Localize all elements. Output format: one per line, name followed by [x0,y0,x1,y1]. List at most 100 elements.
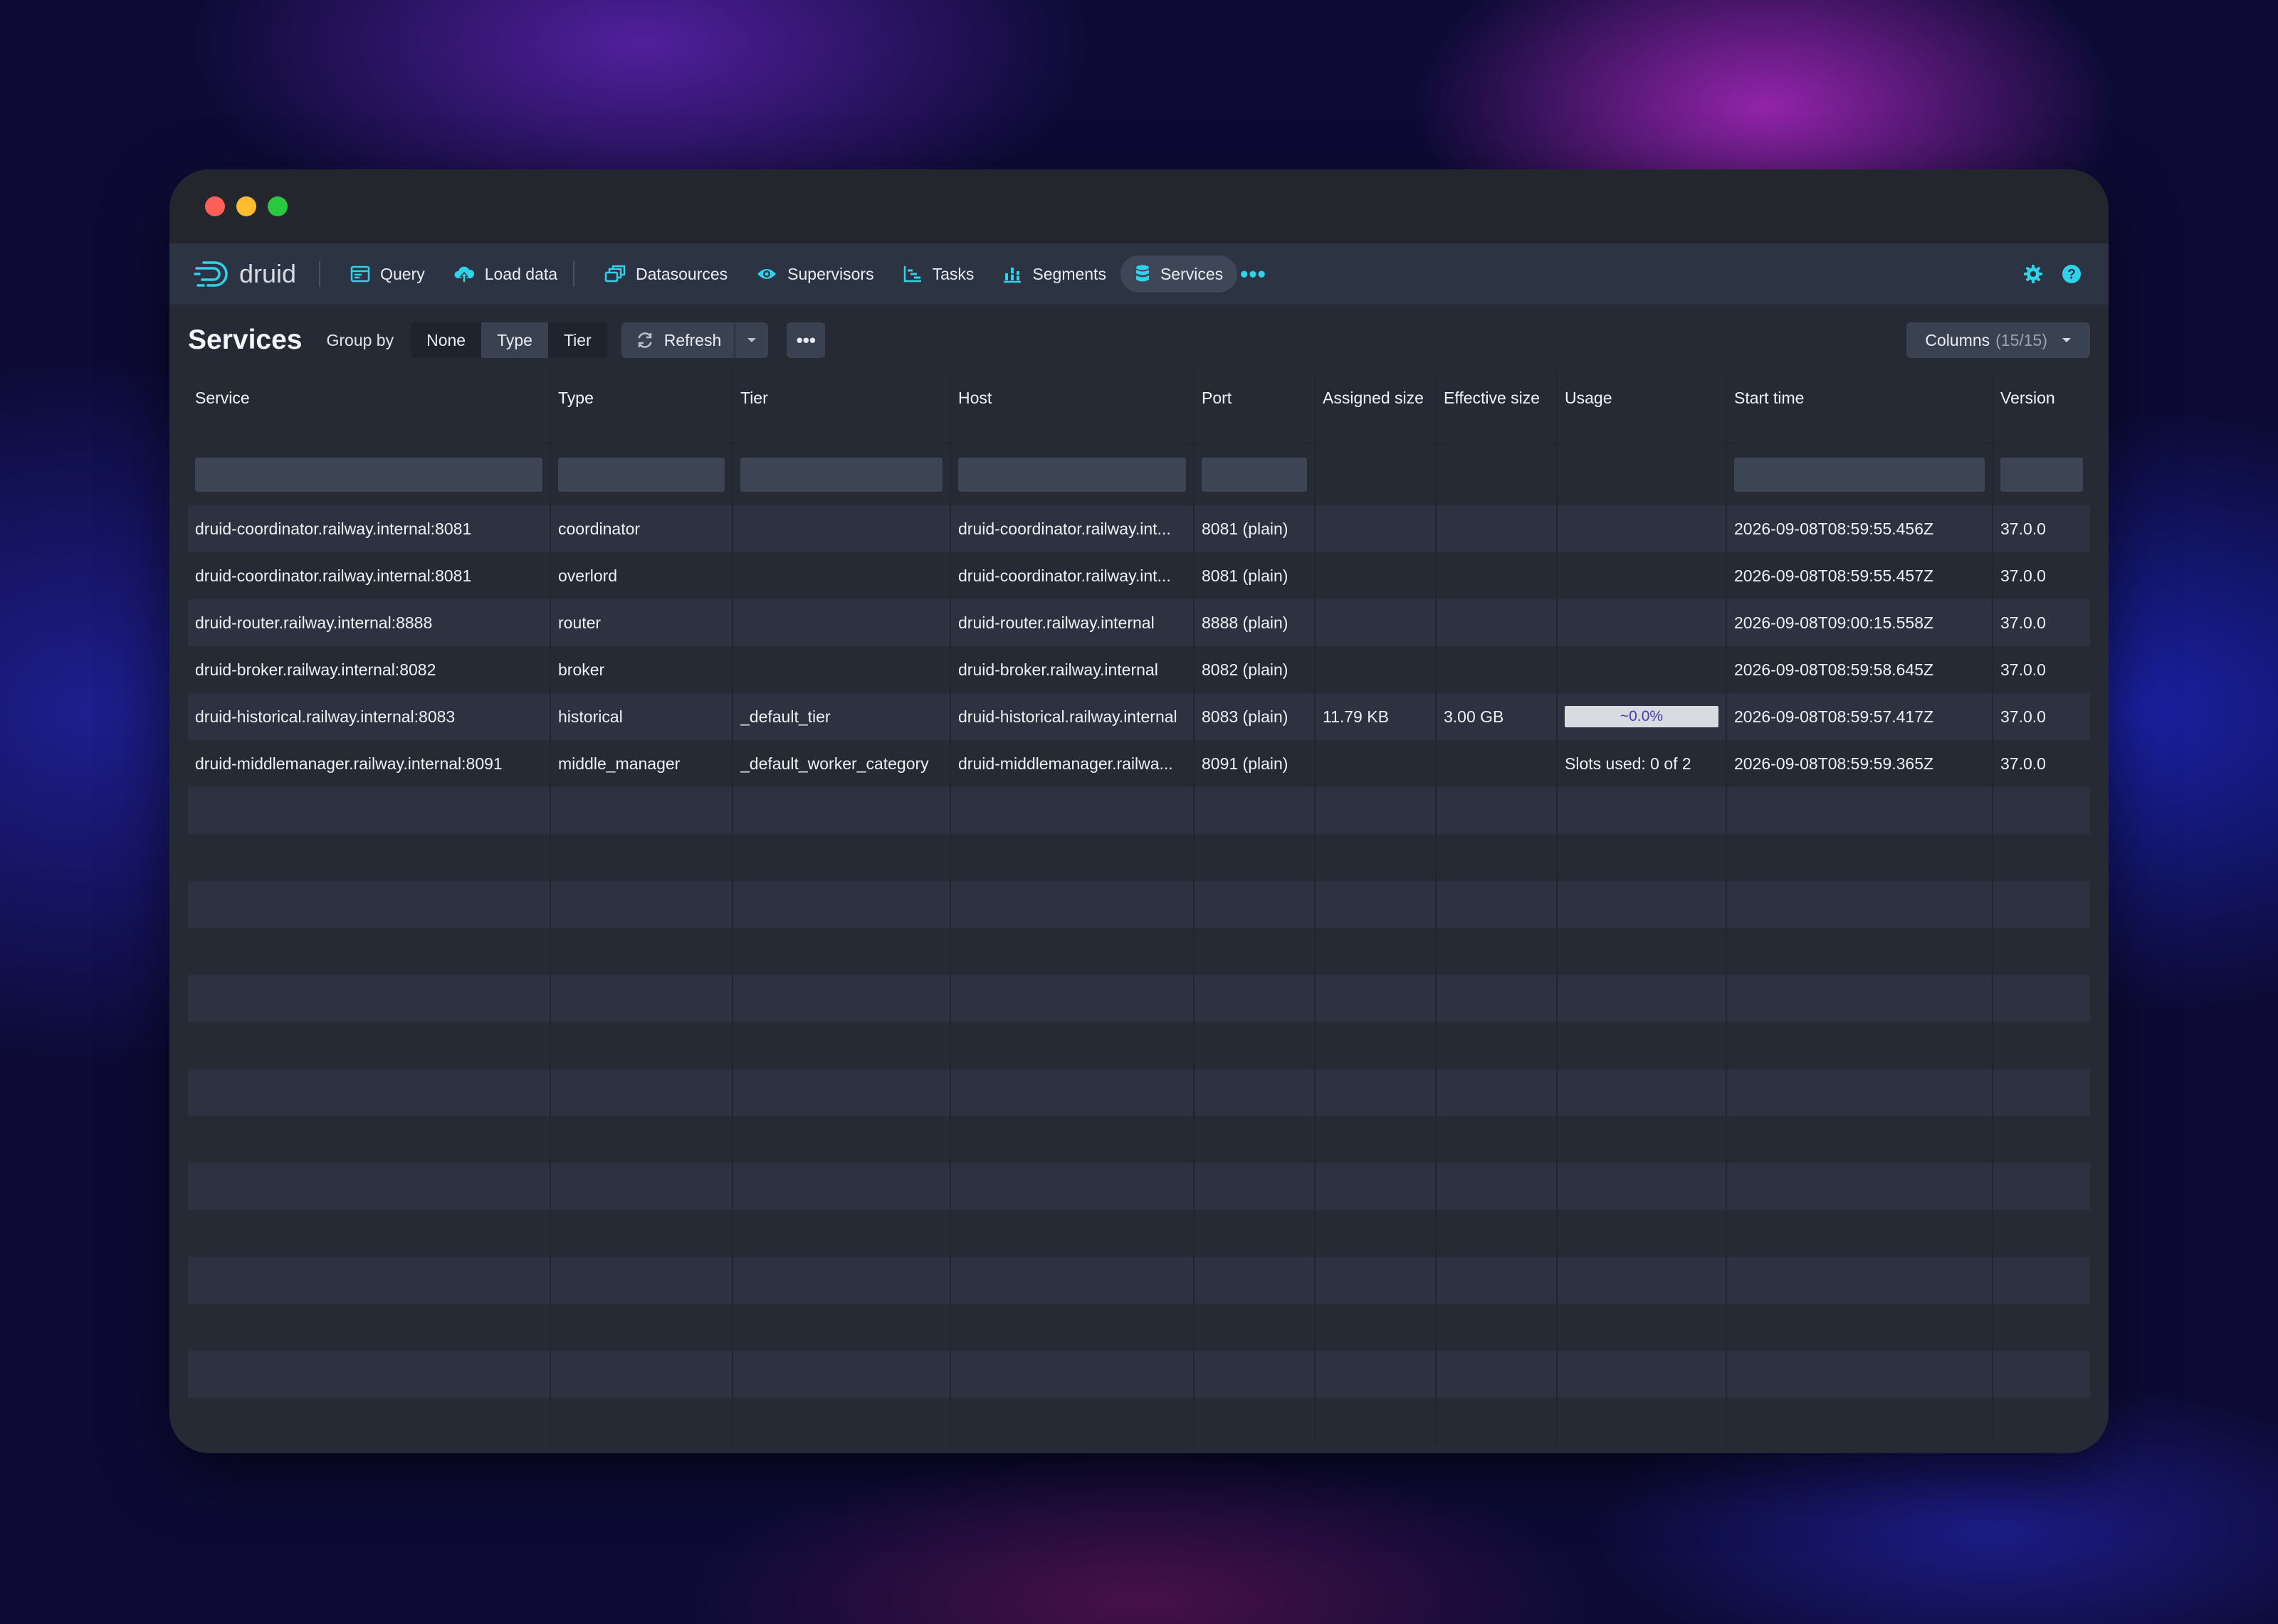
service-cell [188,1069,551,1116]
port-cell-text: 8888 (plain) [1202,613,1288,632]
tier-cell [733,1163,951,1210]
column-header-assigned-size[interactable]: Assigned size [1316,373,1437,443]
columns-count: (15/15) [1995,330,2047,349]
group-by-none-button[interactable]: None [411,322,481,358]
version-filter-input[interactable] [2000,458,2083,492]
column-header-type[interactable]: Type [551,373,733,443]
effective-size-cell [1437,740,1558,787]
usage-cell [1558,787,1727,834]
type-cell: overlord [551,552,733,599]
host-filter-input[interactable] [958,458,1186,492]
column-header-port[interactable]: Port [1195,373,1316,443]
help-icon[interactable]: ? [2062,264,2082,284]
port-cell [1195,1116,1316,1163]
port-filter-input[interactable] [1202,458,1307,492]
version-cell: 37.0.0 [1993,693,2090,740]
assigned-size-cell [1316,975,1437,1022]
nav-item-tasks[interactable]: Tasks [888,255,989,292]
window-titlebar [169,169,2109,243]
effective-size-cell [1437,1351,1558,1398]
version-cell [1993,1069,2090,1116]
version-cell: 37.0.0 [1993,740,2090,787]
start-time-filter-input[interactable] [1734,458,1985,492]
nav-item-segments[interactable]: Segments [988,255,1120,292]
assigned-size-cell [1316,740,1437,787]
assigned-size-cell [1316,881,1437,928]
caret-down-icon [2062,337,2072,344]
tier-filter-input[interactable] [740,458,943,492]
close-window-button[interactable] [205,196,225,216]
assigned-size-cell [1316,1022,1437,1069]
host-cell [951,1022,1195,1069]
service-cell-text: druid-coordinator.railway.internal:8081 [195,519,472,538]
column-header-usage[interactable]: Usage [1558,373,1727,443]
service-filter-input[interactable] [195,458,542,492]
more-actions-button[interactable]: ••• [787,322,826,358]
nav-item-datasources[interactable]: Datasources [590,255,742,292]
tier-cell [733,1351,951,1398]
empty-table-row [188,1116,2090,1163]
empty-table-row [188,1163,2090,1210]
minimize-window-button[interactable] [236,196,256,216]
version-cell-text: 37.0.0 [2000,613,2046,632]
assigned-size-cell [1316,552,1437,599]
start-time-cell [1727,787,1993,834]
empty-table-row [188,834,2090,881]
effective-size-cell-text: 3.00 GB [1444,707,1504,726]
more-nav-menu-button[interactable]: ••• [1240,255,1266,292]
column-header-effective-size[interactable]: Effective size [1437,373,1558,443]
filter-cell [1437,444,1558,505]
port-cell [1195,1069,1316,1116]
columns-picker-button[interactable]: Columns (15/15) [1906,322,2090,358]
type-filter-input[interactable] [558,458,725,492]
column-header-tier[interactable]: Tier [733,373,951,443]
refresh-button[interactable]: Refresh [621,322,736,358]
service-cell [188,928,551,975]
host-cell [951,1351,1195,1398]
usage-cell [1558,552,1727,599]
tier-cell [733,1257,951,1304]
nav-item-query[interactable]: Query [336,255,439,292]
zoom-window-button[interactable] [268,196,288,216]
column-header-host[interactable]: Host [951,373,1195,443]
version-cell [1993,1022,2090,1069]
refresh-icon [636,331,654,349]
filter-cell [188,444,551,505]
gear-icon[interactable] [2023,264,2043,284]
nav-item-load-data[interactable]: Load data [439,255,572,292]
service-cell-text: druid-coordinator.railway.internal:8081 [195,566,472,585]
column-header-start-time[interactable]: Start time [1727,373,1993,443]
refresh-options-button[interactable] [735,322,768,358]
nav-item-services[interactable]: Services [1120,255,1238,292]
column-header-service[interactable]: Service [188,373,551,443]
effective-size-cell [1437,834,1558,881]
port-cell: 8888 (plain) [1195,599,1316,646]
datasources-icon [604,265,626,283]
service-cell: druid-coordinator.railway.internal:8081 [188,552,551,599]
column-header-version[interactable]: Version [1993,373,2090,443]
assigned-size-cell [1316,1116,1437,1163]
nav-item-supervisors[interactable]: Supervisors [742,255,888,292]
start-time-cell [1727,1116,1993,1163]
host-cell-text: druid-router.railway.internal [958,613,1155,632]
database-icon [1135,264,1150,284]
host-cell: druid-middlemanager.railwa... [951,740,1195,787]
host-cell [951,1398,1195,1445]
group-by-tier-button[interactable]: Tier [548,322,607,358]
start-time-cell-text: 2026-09-08T08:59:55.456Z [1734,519,1934,538]
assigned-size-cell [1316,1069,1437,1116]
type-cell [551,1351,733,1398]
host-cell-text: druid-broker.railway.internal [958,660,1158,679]
druid-logo[interactable]: druid [194,259,296,289]
start-time-cell [1727,1304,1993,1351]
version-cell [1993,1163,2090,1210]
effective-size-cell [1437,1304,1558,1351]
tier-cell [733,505,951,552]
port-cell: 8081 (plain) [1195,552,1316,599]
host-cell-text: druid-coordinator.railway.int... [958,566,1171,585]
group-by-type-button[interactable]: Type [481,322,548,358]
usage-cell [1558,1398,1727,1445]
host-cell: druid-coordinator.railway.int... [951,505,1195,552]
version-cell [1993,928,2090,975]
host-cell [951,1304,1195,1351]
